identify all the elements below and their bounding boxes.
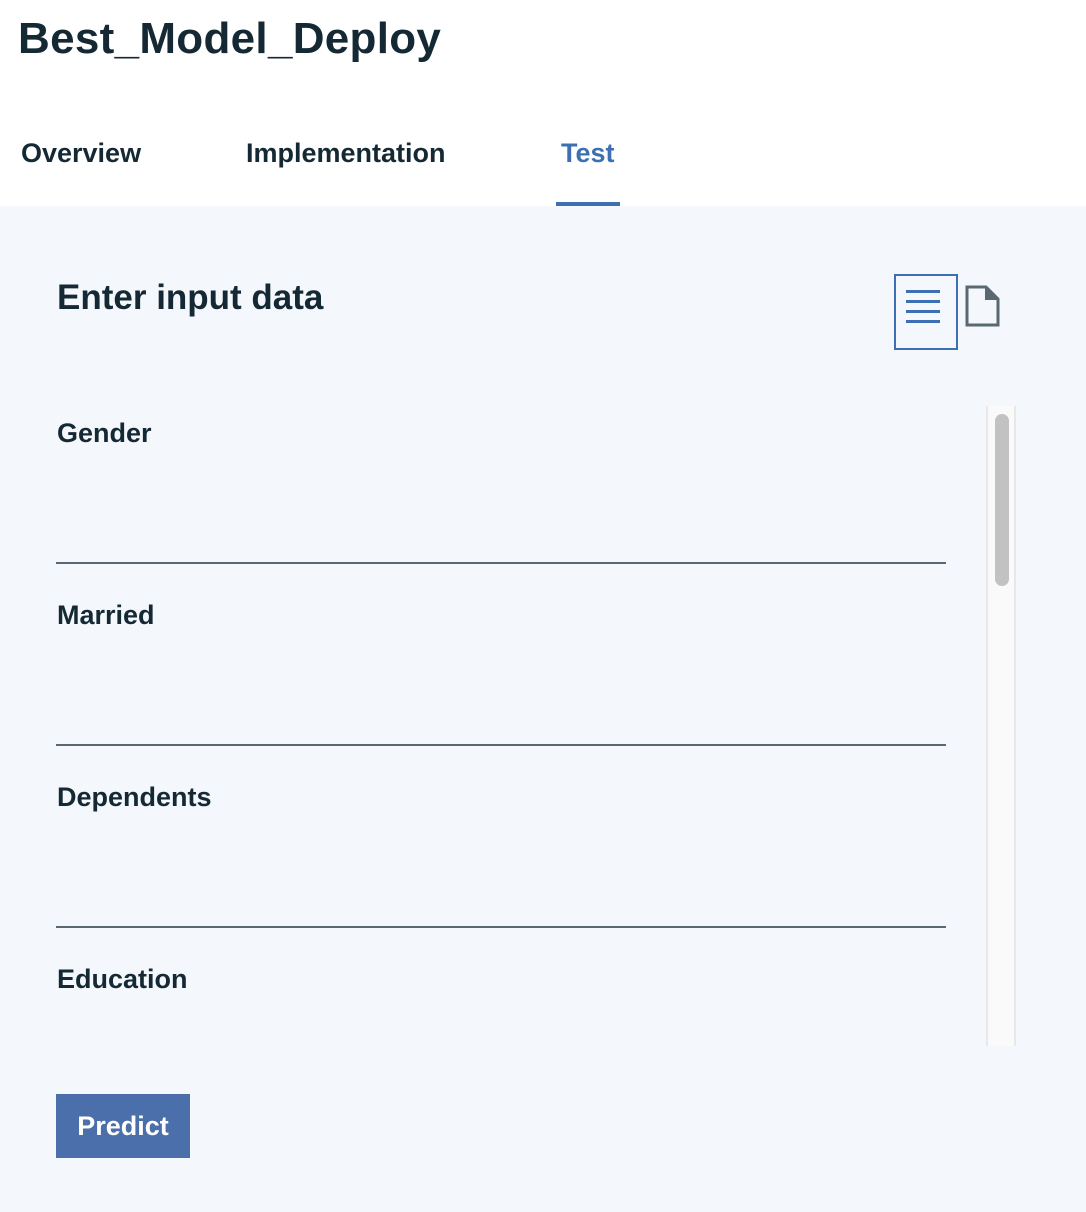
- field-label: Gender: [57, 418, 152, 448]
- document-icon: [965, 285, 1000, 327]
- tab-bar: Overview Implementation Test: [0, 120, 1086, 206]
- input-form: Gender Married Dependents Education: [0, 406, 1086, 1046]
- tab-implementation[interactable]: Implementation: [246, 138, 446, 169]
- panel-heading: Enter input data: [57, 278, 324, 317]
- predict-button[interactable]: Predict: [56, 1094, 190, 1158]
- field-label: Married: [57, 600, 155, 630]
- page-title: Best_Model_Deploy: [18, 14, 442, 63]
- field-label: Dependents: [57, 782, 212, 812]
- gender-input[interactable]: [56, 460, 946, 564]
- field-label: Education: [57, 964, 188, 994]
- form-scrollbar[interactable]: [986, 406, 1016, 1046]
- tab-overview[interactable]: Overview: [21, 138, 141, 169]
- education-select[interactable]: [56, 1006, 946, 1046]
- married-input[interactable]: [56, 642, 946, 746]
- test-panel: Enter input data Gender Married Dependen…: [0, 206, 1086, 1212]
- dependents-input[interactable]: [56, 824, 946, 928]
- tab-test[interactable]: Test: [561, 138, 615, 169]
- json-view-toggle[interactable]: [962, 284, 1002, 328]
- scrollbar-thumb[interactable]: [995, 414, 1009, 586]
- list-icon: [906, 290, 940, 323]
- form-view-toggle[interactable]: [894, 274, 958, 350]
